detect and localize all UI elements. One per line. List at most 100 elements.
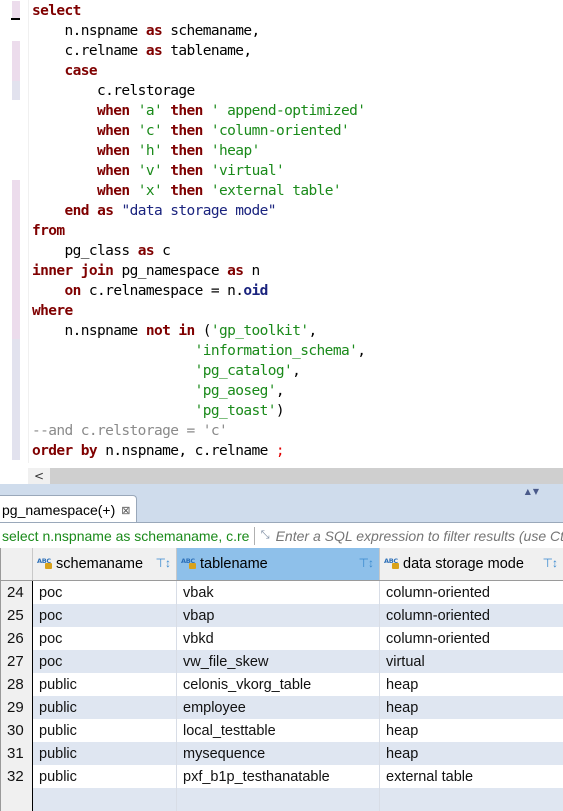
row-number[interactable]: 26 [1,627,33,650]
table-row[interactable]: 25pocvbapcolumn-oriented [1,604,563,627]
table-cell-schemaname[interactable]: public [33,673,177,696]
table-row[interactable]: 30publiclocal_testtableheap [1,719,563,742]
code-line[interactable]: c.relstorage [32,81,365,101]
minimize-maximize-icon[interactable]: ▲▼ [525,487,541,496]
sql-token [32,143,97,159]
sql-token: schemaname, [162,23,260,39]
filter-query-label[interactable]: select n.nspname as schemaname, c.re [0,528,252,544]
code-line[interactable]: end as "data storage mode" [32,201,365,221]
sql-editor[interactable]: select n.nspname as schemaname, c.relnam… [0,0,563,463]
table-cell-tablename[interactable]: celonis_vkorg_table [177,673,380,696]
scroll-left-arrow[interactable]: < [28,468,50,484]
table-cell-data-storage-mode[interactable]: heap [380,673,563,696]
row-number[interactable]: 24 [1,581,33,605]
table-cell-data-storage-mode[interactable]: heap [380,696,563,719]
code-line[interactable]: when 'x' then 'external table' [32,181,365,201]
table-cell-schemaname[interactable]: poc [33,650,177,673]
sql-token: c [154,243,170,259]
code-line[interactable]: order by n.nspname, c.relname ; [32,441,365,461]
code-line[interactable]: when 'c' then 'column-oriented' [32,121,365,141]
row-number[interactable]: 29 [1,696,33,719]
sql-token: ( [195,323,211,339]
filter-input[interactable] [272,528,563,544]
table-cell-tablename[interactable]: vbak [177,581,380,605]
filter-sort-icon[interactable]: ⊤↕ [156,556,170,570]
horizontal-scrollbar[interactable] [28,468,563,484]
table-cell-schemaname[interactable]: poc [33,604,177,627]
table-row[interactable]: 32publicpxf_b1p_testhanatableexternal ta… [1,765,563,788]
code-line[interactable]: when 'v' then 'virtual' [32,161,365,181]
table-row[interactable]: 29publicemployeeheap [1,696,563,719]
row-number[interactable]: 25 [1,604,33,627]
table-cell-data-storage-mode[interactable]: heap [380,719,563,742]
table-cell-schemaname[interactable]: public [33,742,177,765]
filter-sort-icon[interactable]: ⊤↕ [359,556,373,570]
table-cell-tablename[interactable]: vbkd [177,627,380,650]
table-cell-schemaname[interactable]: poc [33,581,177,605]
sql-code[interactable]: select n.nspname as schemaname, c.relnam… [32,1,365,461]
table-cell-data-storage-mode[interactable]: external table [380,765,563,788]
table-cell-schemaname[interactable]: poc [33,627,177,650]
column-header-data-storage-mode[interactable]: ABCdata storage mode ⊤↕ [380,548,563,581]
code-line[interactable]: 'pg_catalog', [32,361,365,381]
sql-token [203,123,211,139]
tab-pg-namespace[interactable]: pg_namespace(+) ⊠ [0,495,137,524]
sql-keyword: join [81,263,114,279]
code-line[interactable]: 'pg_aoseg', [32,381,365,401]
row-number-header[interactable] [1,548,33,581]
code-line[interactable]: pg_class as c [32,241,365,261]
table-cell-tablename[interactable]: vw_file_skew [177,650,380,673]
code-line[interactable]: on c.relnamespace = n.oid [32,281,365,301]
sql-keyword: then [170,103,203,119]
sql-token [32,383,195,399]
table-cell-schemaname[interactable]: public [33,696,177,719]
change-marker [12,180,20,339]
table-cell-data-storage-mode[interactable]: heap [380,742,563,765]
code-line[interactable]: inner join pg_namespace as n [32,261,365,281]
table-cell-tablename[interactable]: mysequence [177,742,380,765]
code-line[interactable]: where [32,301,365,321]
table-row[interactable]: 26pocvbkdcolumn-oriented [1,627,563,650]
column-header-schemaname[interactable]: ABCschemaname ⊤↕ [33,548,177,581]
table-cell-data-storage-mode[interactable]: column-oriented [380,604,563,627]
row-number[interactable]: 30 [1,719,33,742]
table-row[interactable]: 24pocvbakcolumn-oriented [1,581,563,605]
code-line[interactable]: case [32,61,365,81]
column-header-tablename[interactable]: ABCtablename ⊤↕ [177,548,380,581]
code-line[interactable]: n.nspname not in ('gp_toolkit', [32,321,365,341]
table-row[interactable]: 31publicmysequenceheap [1,742,563,765]
code-line[interactable]: --and c.relstorage = 'c' [32,421,365,441]
table-row[interactable]: 27pocvw_file_skewvirtual [1,650,563,673]
filter-sort-icon[interactable]: ⊤↕ [543,556,557,570]
cursor-marker [11,18,20,20]
table-cell-data-storage-mode[interactable]: column-oriented [380,627,563,650]
table-cell-tablename[interactable]: employee [177,696,380,719]
sql-keyword: when [97,163,130,179]
row-number[interactable]: 27 [1,650,33,673]
code-line[interactable]: when 'a' then ' append-optimized' [32,101,365,121]
row-number[interactable]: 32 [1,765,33,788]
code-line[interactable]: 'pg_toast') [32,401,365,421]
code-line[interactable]: select [32,1,365,21]
sql-keyword: as [97,203,113,219]
table-cell-tablename[interactable]: pxf_b1p_testhanatable [177,765,380,788]
table-cell-tablename[interactable]: local_testtable [177,719,380,742]
table-cell-data-storage-mode[interactable]: column-oriented [380,581,563,605]
code-line[interactable]: 'information_schema', [32,341,365,361]
code-line[interactable]: when 'h' then 'heap' [32,141,365,161]
table-row[interactable]: 28publiccelonis_vkorg_tableheap [1,673,563,696]
table-cell-schemaname[interactable]: public [33,765,177,788]
sql-token [130,163,138,179]
table-cell-tablename[interactable]: vbap [177,604,380,627]
expand-icon[interactable]: ⤡ [258,529,272,542]
row-number[interactable]: 28 [1,673,33,696]
code-line[interactable]: c.relname as tablename, [32,41,365,61]
table-cell-schemaname[interactable]: public [33,719,177,742]
code-line[interactable]: from [32,221,365,241]
sql-token: n [243,263,259,279]
sql-string: 'pg_catalog' [195,363,293,379]
code-line[interactable]: n.nspname as schemaname, [32,21,365,41]
row-number[interactable]: 31 [1,742,33,765]
table-cell-data-storage-mode[interactable]: virtual [380,650,563,673]
close-icon[interactable]: ⊠ [121,504,130,517]
